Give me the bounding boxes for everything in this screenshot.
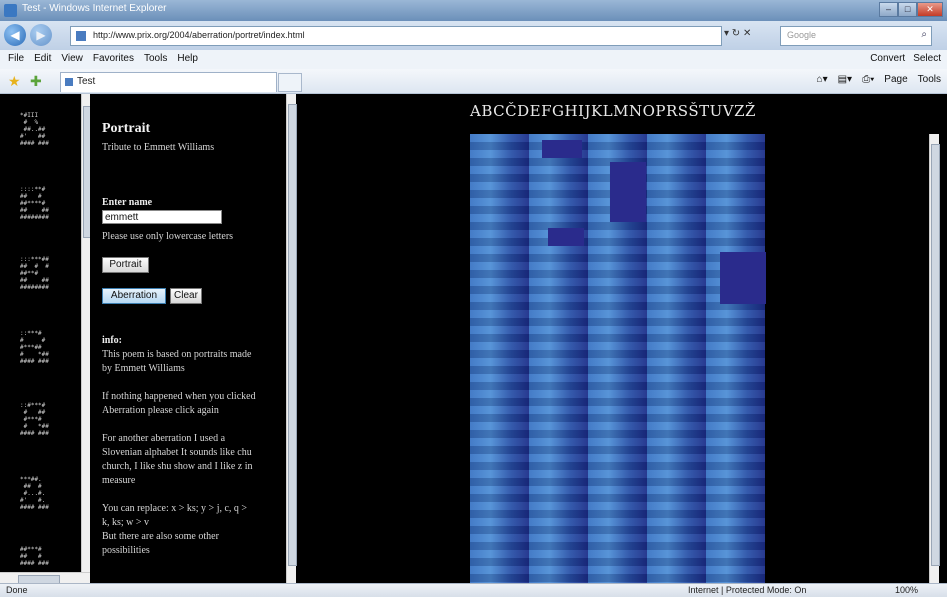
tab-test[interactable]: Test [60, 72, 277, 92]
forward-button[interactable]: ▶ [30, 24, 52, 46]
browser-content: *#III # % ##..## #' ## #### ### ::::**# … [0, 94, 947, 583]
ie-icon [4, 4, 17, 17]
info-label: info: [102, 335, 122, 346]
ascii-portrait-4: ::***# # # #***## # *## #### ### [20, 330, 49, 365]
search-placeholder: Google [787, 30, 817, 40]
page-icon [76, 31, 86, 41]
info-line-9: You can replace: x > ks; y > j, c, q > [102, 503, 248, 514]
add-favorite-icon[interactable]: ✚ [30, 73, 42, 90]
ascii-portrait-5: ::#***# # ## #***# # *## #### ### [20, 402, 49, 437]
status-bar: Done Internet | Protected Mode: On 100% [0, 583, 947, 597]
feeds-icon[interactable]: ▤▾ [838, 74, 852, 85]
left-frame-hscrollbar[interactable] [0, 572, 90, 583]
select-button[interactable]: Select [913, 53, 941, 64]
tab-label: Test [77, 76, 96, 87]
portrait-column [470, 134, 529, 583]
menu-edit[interactable]: Edit [34, 53, 51, 64]
favorites-bar: ★ ✚ Test ⌂▾ ▤▾ ⎙▾ Page Tools [0, 69, 947, 94]
lowercase-hint: Please use only lowercase letters [102, 231, 234, 242]
menu-tools[interactable]: Tools [144, 53, 167, 64]
clear-button[interactable]: Clear [170, 288, 202, 304]
info-line-3: If nothing happened when you clicked [102, 391, 256, 402]
info-line-2: by Emmett Williams [102, 363, 185, 374]
portrait-column [647, 134, 706, 583]
portrait-image [470, 134, 766, 583]
print-icon[interactable]: ⎙▾ [862, 74, 874, 85]
security-zone[interactable]: Internet | Protected Mode: On [688, 585, 806, 595]
portrait-column [706, 134, 765, 583]
favorites-star-icon[interactable]: ★ [8, 73, 21, 90]
menu-view[interactable]: View [61, 53, 83, 64]
info-line-4: Aberration please click again [102, 405, 219, 416]
page-title: Portrait [102, 121, 151, 136]
window-controls: – □ ✕ [879, 2, 943, 17]
portrait-frame: ABCČDEFGHIJKLMNOPRSŠTUVZŽ [300, 94, 940, 583]
ascii-portrait-1: *#III # % ##..## #' ## #### ### [20, 112, 49, 147]
search-input[interactable]: Google ⌕ [780, 26, 932, 46]
address-url: http://www.prix.org/2004/aberration/port… [93, 30, 305, 40]
portrait-dark-block [548, 228, 584, 246]
info-line-1: This poem is based on portraits made [102, 349, 252, 360]
ascii-art-frame: *#III # % ##..## #' ## #### ### ::::**# … [0, 94, 90, 583]
search-icon[interactable]: ⌕ [921, 29, 927, 40]
aberration-button[interactable]: Aberration [102, 288, 166, 304]
portrait-dark-block [542, 140, 582, 158]
page-menu[interactable]: Page [884, 74, 907, 85]
menu-favorites[interactable]: Favorites [93, 53, 134, 64]
menu-bar: File Edit View Favorites Tools Help Conv… [0, 50, 947, 70]
ascii-portrait-3: :::***## ## # # ##**# ## ## ######## [20, 256, 49, 291]
back-button[interactable]: ◀ [4, 24, 26, 46]
refresh-stop-icons[interactable]: ▾ ↻ ✕ [724, 28, 751, 39]
info-line-6: Slovenian alphabet It sounds like chu [102, 447, 252, 458]
minimize-button[interactable]: – [879, 2, 899, 17]
ascii-portrait-6: ***##. ## # #...#. #' #. #### ### [20, 476, 49, 511]
controls-frame: Portrait Tribute to Emmett Williams Ente… [100, 94, 285, 583]
info-line-5: For another aberration I used a [102, 433, 226, 444]
convert-button[interactable]: Convert [870, 53, 905, 64]
info-line-12: possibilities [102, 545, 150, 556]
controls-frame-scrollbar[interactable] [286, 94, 297, 583]
close-button[interactable]: ✕ [917, 2, 943, 17]
name-input[interactable] [102, 210, 222, 224]
menu-items: File Edit View Favorites Tools Help [8, 53, 198, 64]
page-subtitle: Tribute to Emmett Williams [102, 142, 215, 153]
portrait-dark-block [610, 162, 646, 222]
ascii-portrait-7: ##***# ## # #### ### [20, 546, 49, 567]
address-bar[interactable]: http://www.prix.org/2004/aberration/port… [70, 26, 722, 46]
menu-right: Convert Select [870, 53, 941, 64]
portrait-column [529, 134, 588, 583]
info-line-10: k, ks; w > v [102, 517, 150, 528]
alphabet-heading: ABCČDEFGHIJKLMNOPRSŠTUVZŽ [470, 102, 756, 120]
new-tab-button[interactable] [278, 73, 302, 92]
left-frame-scroll-thumb[interactable] [83, 106, 90, 238]
window-title: Test - Windows Internet Explorer [22, 3, 167, 14]
menu-help[interactable]: Help [177, 53, 198, 64]
address-row: ◀ ▶ http://www.prix.org/2004/aberration/… [0, 21, 947, 50]
left-frame-hscroll-thumb[interactable] [18, 575, 60, 583]
home-icon[interactable]: ⌂▾ [817, 74, 828, 85]
portrait-frame-scroll-thumb[interactable] [931, 144, 940, 566]
command-bar: ⌂▾ ▤▾ ⎙▾ Page Tools [817, 74, 941, 85]
info-line-7: church, I like shu show and I like z in [102, 461, 253, 472]
ascii-portrait-2: ::::**# ## # ##****# ## ## ######## [20, 186, 49, 221]
portrait-button[interactable]: Portrait [102, 257, 149, 273]
window-titlebar: Test - Windows Internet Explorer – □ ✕ [0, 0, 947, 21]
enter-name-label: Enter name [102, 197, 153, 208]
info-line-8: measure [102, 475, 136, 486]
zoom-level[interactable]: 100% [895, 585, 918, 595]
info-line-11: But there are also some other [102, 531, 219, 542]
portrait-frame-scrollbar[interactable] [929, 134, 940, 583]
maximize-button[interactable]: □ [898, 2, 918, 17]
controls-frame-scroll-thumb[interactable] [288, 104, 297, 566]
status-text: Done [6, 585, 28, 595]
tools-menu[interactable]: Tools [918, 74, 941, 85]
tab-page-icon [65, 78, 73, 86]
portrait-dark-block [720, 252, 766, 304]
menu-file[interactable]: File [8, 53, 24, 64]
left-frame-scrollbar[interactable] [81, 94, 90, 572]
